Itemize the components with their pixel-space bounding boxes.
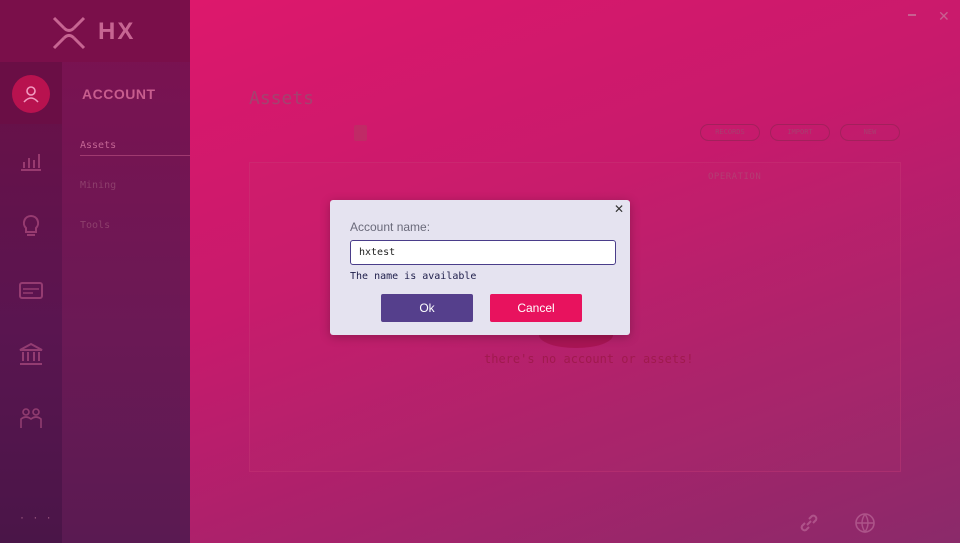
ok-button[interactable]: Ok xyxy=(381,294,473,322)
records-button[interactable]: RECORDS xyxy=(700,124,760,141)
bank-icon[interactable] xyxy=(17,340,45,368)
hx-logo-icon xyxy=(52,16,86,50)
brand-header: HX xyxy=(0,0,190,62)
filter-toggle[interactable] xyxy=(354,125,367,141)
subnav-item-assets[interactable]: Assets xyxy=(80,140,116,151)
people-icon[interactable] xyxy=(17,404,45,432)
section-title: ACCOUNT xyxy=(82,86,156,102)
account-nav-button[interactable] xyxy=(12,75,50,113)
more-menu-icon[interactable]: · · · xyxy=(20,510,54,524)
minimize-button[interactable] xyxy=(908,14,916,16)
window-close-button[interactable]: ✕ xyxy=(938,8,950,25)
name-availability-status: The name is available xyxy=(350,271,477,282)
user-icon xyxy=(23,86,39,103)
account-name-input[interactable] xyxy=(350,240,616,265)
globe-icon[interactable] xyxy=(854,512,876,534)
cancel-button[interactable]: Cancel xyxy=(490,294,582,322)
subnav-item-tools[interactable]: Tools xyxy=(80,220,110,231)
active-underline xyxy=(80,155,190,156)
link-icon[interactable] xyxy=(798,512,820,534)
dialog-close-icon[interactable]: ✕ xyxy=(612,202,626,216)
page-title: Assets xyxy=(249,88,315,109)
brand-name: HX xyxy=(98,18,136,45)
import-button[interactable]: IMPORT xyxy=(770,124,830,141)
sub-navigation xyxy=(62,0,190,543)
chart-icon[interactable] xyxy=(17,146,45,174)
subnav-item-mining[interactable]: Mining xyxy=(80,180,116,191)
new-button[interactable]: NEW xyxy=(840,124,900,141)
card-icon[interactable] xyxy=(17,276,45,304)
create-account-dialog: ✕ Account name: The name is available Ok… xyxy=(330,200,630,335)
column-header-operation: OPERATION xyxy=(708,172,762,182)
empty-state-message: there's no account or assets! xyxy=(484,352,694,366)
account-name-label: Account name: xyxy=(350,220,431,234)
bulb-icon[interactable] xyxy=(17,212,45,240)
